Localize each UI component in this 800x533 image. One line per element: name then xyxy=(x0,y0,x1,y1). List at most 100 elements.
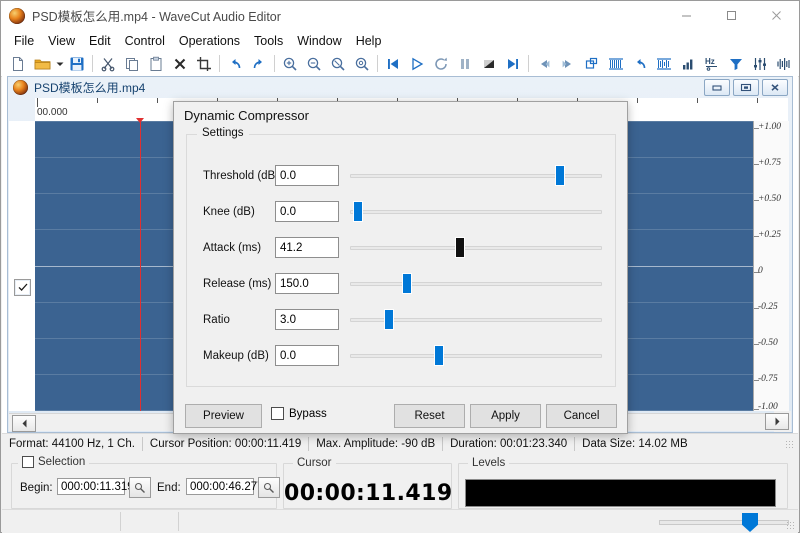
bypass-control[interactable]: Bypass xyxy=(271,407,327,420)
mdi-minimize-icon[interactable] xyxy=(704,79,730,96)
zoom-out-icon[interactable] xyxy=(302,52,326,75)
zoom-in-icon[interactable] xyxy=(278,52,302,75)
selection-begin-input[interactable]: 000:00:11.319 xyxy=(57,478,125,495)
undo-icon[interactable] xyxy=(223,52,247,75)
menu-item-view[interactable]: View xyxy=(41,32,82,50)
ratio-input[interactable]: 3.0 xyxy=(275,309,339,330)
levels-meter xyxy=(465,479,776,507)
stop-icon[interactable] xyxy=(477,52,501,75)
selection-label-text: Selection xyxy=(38,456,85,468)
menu-item-window[interactable]: Window xyxy=(290,32,348,50)
new-file-icon[interactable] xyxy=(6,52,30,75)
release-slider-track xyxy=(350,282,602,286)
menu-item-file[interactable]: File xyxy=(7,32,41,50)
attack-input[interactable]: 41.2 xyxy=(275,237,339,258)
attack-slider[interactable] xyxy=(350,237,602,258)
crop-icon[interactable] xyxy=(192,52,216,75)
maximize-button[interactable] xyxy=(709,1,754,30)
open-folder-icon[interactable] xyxy=(30,52,54,75)
vertical-scrollbar[interactable] xyxy=(774,411,791,432)
statistics-icon[interactable] xyxy=(676,52,700,75)
reset-button[interactable]: Reset xyxy=(394,404,465,428)
equalizer-icon[interactable] xyxy=(748,52,772,75)
save-icon[interactable] xyxy=(65,52,89,75)
preview-button[interactable]: Preview xyxy=(185,404,262,428)
selection-begin-pick-button[interactable] xyxy=(129,477,151,498)
toolbar: Hz ? xyxy=(1,51,799,77)
pause-icon[interactable] xyxy=(453,52,477,75)
minimize-button[interactable] xyxy=(664,1,709,30)
close-button[interactable] xyxy=(754,1,799,30)
levels-group-label: Levels xyxy=(468,457,509,469)
bypass-checkbox[interactable] xyxy=(271,407,284,420)
application-window: PSD模板怎么用.mp4 - WaveCut Audio Editor File… xyxy=(0,0,800,533)
menu-item-operations[interactable]: Operations xyxy=(172,32,247,50)
loop-icon[interactable] xyxy=(429,52,453,75)
menu-item-help[interactable]: Help xyxy=(349,32,389,50)
status-bar: Format: 44100 Hz, 1 Ch. Cursor Position:… xyxy=(2,433,798,454)
reverb-icon[interactable] xyxy=(796,52,800,75)
selection-end-label: End: xyxy=(157,482,181,494)
delete-x-icon[interactable] xyxy=(168,52,192,75)
zoom-full-icon[interactable] xyxy=(350,52,374,75)
redo-icon[interactable] xyxy=(247,52,271,75)
channel-enable-checkbox[interactable] xyxy=(14,279,31,296)
fast-forward-icon[interactable] xyxy=(556,52,580,75)
scroll-left-button[interactable] xyxy=(12,415,36,432)
select-region-icon[interactable] xyxy=(580,52,604,75)
rewind-icon[interactable] xyxy=(532,52,556,75)
attack-slider-thumb[interactable] xyxy=(455,237,465,258)
levels-group: Levels xyxy=(458,463,788,509)
strip-separator xyxy=(120,512,121,531)
menu-item-tools[interactable]: Tools xyxy=(247,32,290,50)
paste-icon[interactable] xyxy=(144,52,168,75)
toolbar-separator xyxy=(274,55,275,72)
release-slider[interactable] xyxy=(350,273,602,294)
mdi-close-icon[interactable] xyxy=(762,79,788,96)
skip-to-start-icon[interactable] xyxy=(381,52,405,75)
cursor-group-label: Cursor xyxy=(293,457,336,469)
open-dropdown-caret-icon[interactable] xyxy=(54,52,65,75)
waveform-view-icon[interactable] xyxy=(604,52,628,75)
frequency-hz-icon[interactable]: Hz xyxy=(700,52,724,75)
mdi-restore-icon[interactable] xyxy=(733,79,759,96)
knee-slider-thumb[interactable] xyxy=(353,201,363,222)
threshold-input[interactable]: 0.0 xyxy=(275,165,339,186)
selection-checkbox[interactable] xyxy=(22,456,34,468)
knee-input[interactable]: 0.0 xyxy=(275,201,339,222)
filter-icon[interactable] xyxy=(724,52,748,75)
knee-slider-track xyxy=(350,210,602,214)
threshold-slider[interactable] xyxy=(350,165,602,186)
release-label: Release (ms) xyxy=(203,278,271,290)
amplify-icon[interactable] xyxy=(772,52,796,75)
menu-item-edit[interactable]: Edit xyxy=(82,32,118,50)
copy-icon[interactable] xyxy=(120,52,144,75)
amplitude-label: +1.00 xyxy=(758,122,781,132)
ratio-slider-thumb[interactable] xyxy=(384,309,394,330)
ratio-slider[interactable] xyxy=(350,309,602,330)
zoom-selection-icon[interactable] xyxy=(326,52,350,75)
release-input[interactable]: 150.0 xyxy=(275,273,339,294)
toolbar-separator xyxy=(377,55,378,72)
attack-label: Attack (ms) xyxy=(203,242,261,254)
zoom-slider-thumb[interactable] xyxy=(742,513,758,532)
makeup-slider-thumb[interactable] xyxy=(434,345,444,366)
document-title: PSD模板怎么用.mp4 xyxy=(34,79,145,96)
makeup-input[interactable]: 0.0 xyxy=(275,345,339,366)
makeup-slider[interactable] xyxy=(350,345,602,366)
cut-scissors-icon[interactable] xyxy=(96,52,120,75)
zoom-slider-track[interactable] xyxy=(659,520,789,525)
apply-button[interactable]: Apply xyxy=(470,404,541,428)
play-icon[interactable] xyxy=(405,52,429,75)
cancel-button[interactable]: Cancel xyxy=(546,404,617,428)
scroll-right-button[interactable] xyxy=(765,413,789,430)
revert-icon[interactable] xyxy=(628,52,652,75)
knee-slider[interactable] xyxy=(350,201,602,222)
release-slider-thumb[interactable] xyxy=(402,273,412,294)
threshold-slider-thumb[interactable] xyxy=(555,165,565,186)
spectrum-view-icon[interactable] xyxy=(652,52,676,75)
skip-to-end-icon[interactable] xyxy=(501,52,525,75)
menu-item-control[interactable]: Control xyxy=(118,32,172,50)
selection-end-pick-button[interactable] xyxy=(258,477,280,498)
selection-end-input[interactable]: 000:00:46.277 xyxy=(186,478,254,495)
